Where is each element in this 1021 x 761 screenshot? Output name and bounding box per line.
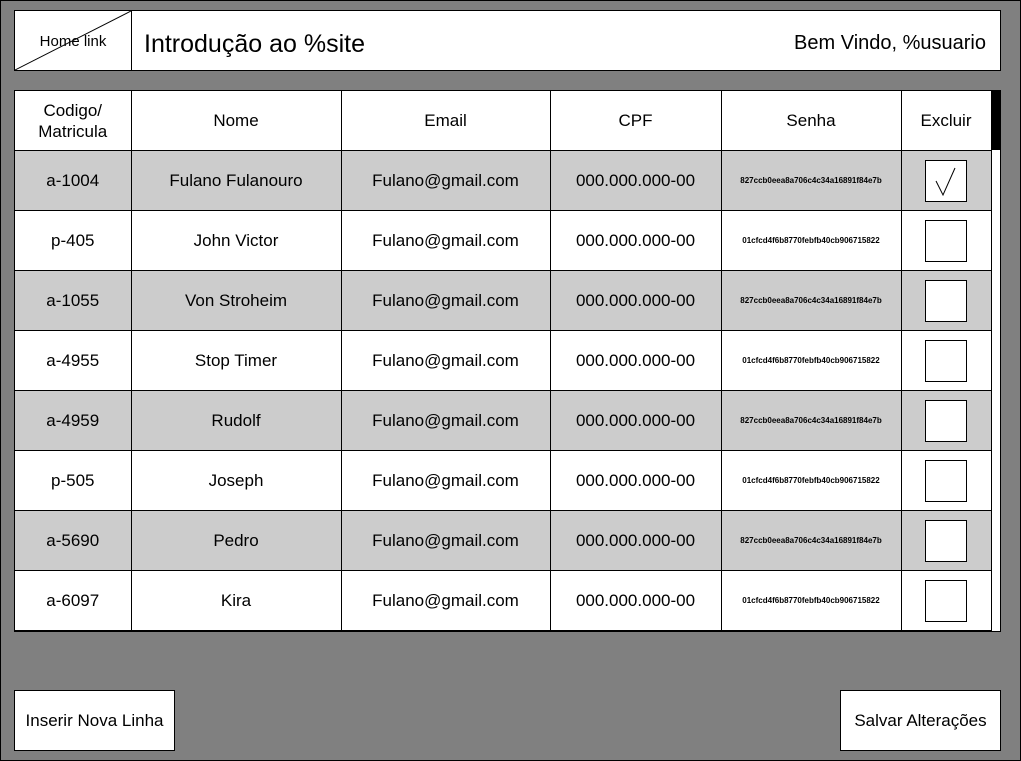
column-header-cpf: CPF	[550, 91, 722, 151]
cell-code[interactable]: a-5690	[15, 510, 132, 571]
cell-password[interactable]: 827ccb0eea8a706c4c34a16891f84e7b	[721, 510, 902, 571]
table-row: a-1055 Von Stroheim Fulano@gmail.com 000…	[15, 270, 992, 331]
delete-checkbox[interactable]	[925, 399, 967, 442]
cell-cpf[interactable]: 000.000.000-00	[550, 390, 722, 451]
cell-password[interactable]: 827ccb0eea8a706c4c34a16891f84e7b	[721, 270, 902, 331]
cell-email[interactable]: Fulano@gmail.com	[341, 150, 551, 211]
insert-row-button[interactable]: Inserir Nova Linha	[14, 690, 175, 751]
table-row: p-505 Joseph Fulano@gmail.com 000.000.00…	[15, 450, 992, 511]
cell-password[interactable]: 01cfcd4f6b8770febfb40cb906715822	[721, 450, 902, 511]
delete-checkbox[interactable]	[925, 279, 967, 322]
delete-checkbox[interactable]	[925, 159, 967, 202]
cell-cpf[interactable]: 000.000.000-00	[550, 150, 722, 211]
cell-email[interactable]: Fulano@gmail.com	[341, 330, 551, 391]
cell-email[interactable]: Fulano@gmail.com	[341, 570, 551, 631]
cell-name[interactable]: Kira	[131, 570, 342, 631]
save-changes-button[interactable]: Salvar Alterações	[840, 690, 1001, 751]
page-title: Introdução ao %site	[144, 30, 365, 58]
header-bar: Home link Introdução ao %site Bem Vindo,…	[14, 10, 1001, 71]
cell-code[interactable]: p-405	[15, 210, 132, 271]
scrollbar-thumb[interactable]	[992, 91, 1000, 150]
column-header-code: Codigo/ Matricula	[15, 91, 132, 151]
welcome-message: Bem Vindo, %usuario	[794, 32, 986, 54]
cell-email[interactable]: Fulano@gmail.com	[341, 270, 551, 331]
cell-code[interactable]: a-1004	[15, 150, 132, 211]
cell-cpf[interactable]: 000.000.000-00	[550, 450, 722, 511]
table-row: a-6097 Kira Fulano@gmail.com 000.000.000…	[15, 570, 992, 631]
cell-email[interactable]: Fulano@gmail.com	[341, 390, 551, 451]
column-header-email: Email	[341, 91, 551, 151]
cell-email[interactable]: Fulano@gmail.com	[341, 450, 551, 511]
table-row: a-4955 Stop Timer Fulano@gmail.com 000.0…	[15, 330, 992, 391]
table-row: a-4959 Rudolf Fulano@gmail.com 000.000.0…	[15, 390, 992, 451]
column-header-code-line2: Matricula	[38, 121, 108, 141]
cell-code[interactable]: a-4959	[15, 390, 132, 451]
cell-delete	[901, 450, 992, 511]
home-link-label: Home link	[39, 33, 107, 50]
cell-email[interactable]: Fulano@gmail.com	[341, 510, 551, 571]
cell-cpf[interactable]: 000.000.000-00	[550, 210, 722, 271]
cell-code[interactable]: a-4955	[15, 330, 132, 391]
cell-delete	[901, 570, 992, 631]
cell-delete	[901, 390, 992, 451]
delete-checkbox[interactable]	[925, 519, 967, 562]
cell-password[interactable]: 01cfcd4f6b8770febfb40cb906715822	[721, 210, 902, 271]
column-header-password: Senha	[721, 91, 902, 151]
users-table: Codigo/ Matricula Nome Email CPF Senha E…	[15, 91, 992, 631]
cell-delete	[901, 510, 992, 571]
cell-cpf[interactable]: 000.000.000-00	[550, 330, 722, 391]
cell-name[interactable]: Stop Timer	[131, 330, 342, 391]
cell-delete	[901, 150, 992, 211]
cell-cpf[interactable]: 000.000.000-00	[550, 570, 722, 631]
table-header-row: Codigo/ Matricula Nome Email CPF Senha E…	[15, 91, 992, 151]
cell-name[interactable]: Rudolf	[131, 390, 342, 451]
delete-checkbox[interactable]	[925, 459, 967, 502]
cell-code[interactable]: a-1055	[15, 270, 132, 331]
users-table-container: Codigo/ Matricula Nome Email CPF Senha E…	[14, 90, 1001, 632]
cell-name[interactable]: Pedro	[131, 510, 342, 571]
table-row: a-5690 Pedro Fulano@gmail.com 000.000.00…	[15, 510, 992, 571]
cell-email[interactable]: Fulano@gmail.com	[341, 210, 551, 271]
delete-checkbox[interactable]	[925, 579, 967, 622]
table-scrollbar[interactable]	[992, 91, 1000, 631]
cell-name[interactable]: Fulano Fulanouro	[131, 150, 342, 211]
column-header-code-line1: Codigo/	[43, 100, 103, 120]
cell-delete	[901, 330, 992, 391]
check-icon	[935, 167, 956, 196]
cell-cpf[interactable]: 000.000.000-00	[550, 510, 722, 571]
column-header-delete: Excluir	[901, 91, 992, 151]
cell-password[interactable]: 827ccb0eea8a706c4c34a16891f84e7b	[721, 150, 902, 211]
cell-name[interactable]: John Victor	[131, 210, 342, 271]
table-row: a-1004 Fulano Fulanouro Fulano@gmail.com…	[15, 150, 992, 211]
cell-password[interactable]: 01cfcd4f6b8770febfb40cb906715822	[721, 330, 902, 391]
column-header-name: Nome	[131, 91, 342, 151]
cell-delete	[901, 210, 992, 271]
delete-checkbox[interactable]	[925, 219, 967, 262]
cell-delete	[901, 270, 992, 331]
cell-password[interactable]: 01cfcd4f6b8770febfb40cb906715822	[721, 570, 902, 631]
cell-password[interactable]: 827ccb0eea8a706c4c34a16891f84e7b	[721, 390, 902, 451]
cell-cpf[interactable]: 000.000.000-00	[550, 270, 722, 331]
cell-code[interactable]: p-505	[15, 450, 132, 511]
cell-name[interactable]: Joseph	[131, 450, 342, 511]
table-row: p-405 John Victor Fulano@gmail.com 000.0…	[15, 210, 992, 271]
home-link[interactable]: Home link	[15, 11, 132, 70]
cell-code[interactable]: a-6097	[15, 570, 132, 631]
delete-checkbox[interactable]	[925, 339, 967, 382]
cell-name[interactable]: Von Stroheim	[131, 270, 342, 331]
